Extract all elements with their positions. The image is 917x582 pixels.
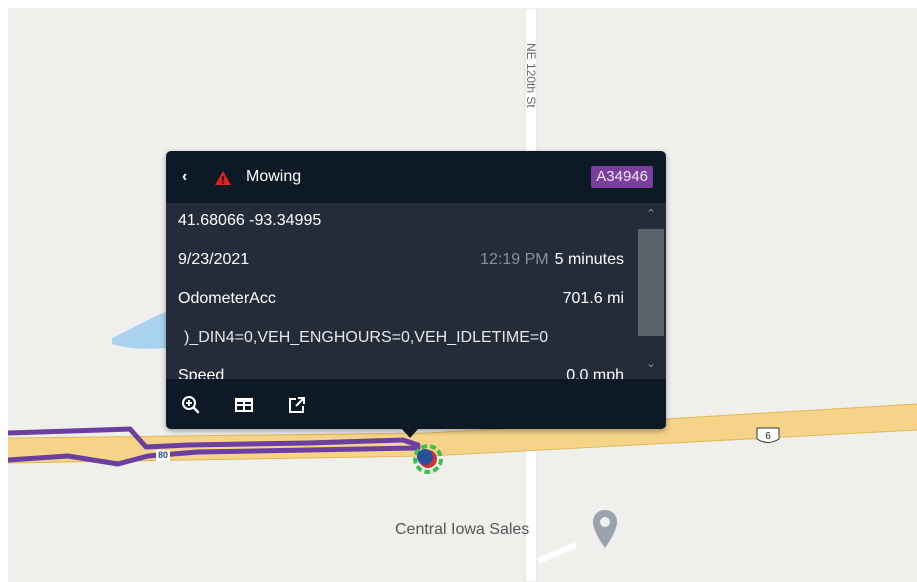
date: 9/23/2021 <box>178 251 250 268</box>
time: 12:19 PM <box>480 251 549 268</box>
popup-header: ‹ Mowing A34946 <box>166 151 666 203</box>
unit-badge: A34946 <box>591 166 653 188</box>
vehicle-popup: ‹ Mowing A34946 41.68066 -93.34995 9/23/… <box>166 151 666 429</box>
timestamp-row: 9/23/2021 12:19 PM 5 minutes <box>178 251 634 271</box>
speed-label: Speed <box>178 367 225 379</box>
coordinates: 41.68066 -93.34995 <box>178 212 322 229</box>
route-shield-icon: 6 <box>756 427 780 443</box>
popup-title: Mowing <box>246 168 302 185</box>
scroll-down-icon[interactable]: ⌄ <box>642 357 660 371</box>
odometer-row: OdometerAcc 701.6 mi <box>178 290 634 310</box>
speed-value: 0.0 mph <box>566 367 624 379</box>
interstate-label: 80 <box>156 450 171 461</box>
back-chevron-icon[interactable]: ‹ <box>182 168 187 186</box>
vehicle-marker[interactable] <box>412 443 444 475</box>
popup-body: 41.68066 -93.34995 9/23/2021 12:19 PM 5 m… <box>166 203 636 379</box>
warning-triangle-icon <box>215 171 231 185</box>
popup-pointer <box>401 428 419 438</box>
scroll-up-icon[interactable]: ⌃ <box>642 207 660 221</box>
io-status: )_DIN4=0,VEH_ENGHOURS=0,VEH_IDLETIME=0 <box>184 329 549 346</box>
location-pin-icon[interactable] <box>591 508 619 556</box>
odometer-label: OdometerAcc <box>178 290 276 307</box>
scrollbar-thumb[interactable] <box>638 229 664 336</box>
duration: 5 minutes <box>554 251 624 268</box>
external-link-icon[interactable] <box>286 394 308 416</box>
zoom-in-icon[interactable] <box>180 394 202 416</box>
place-label[interactable]: Central Iowa Sales <box>395 521 529 539</box>
odometer-value: 701.6 mi <box>562 290 624 307</box>
street-label: NE 120th St <box>524 43 538 108</box>
table-icon[interactable] <box>233 394 255 416</box>
io-status-row: )_DIN4=0,VEH_ENGHOURS=0,VEH_IDLETIME=0 <box>184 329 636 349</box>
route-shield-number: 6 <box>765 431 771 442</box>
coordinates-row: 41.68066 -93.34995 <box>178 212 634 232</box>
popup-toolbar <box>166 379 666 429</box>
speed-row: Speed 0.0 mph <box>178 367 634 379</box>
connector-road <box>536 542 578 564</box>
